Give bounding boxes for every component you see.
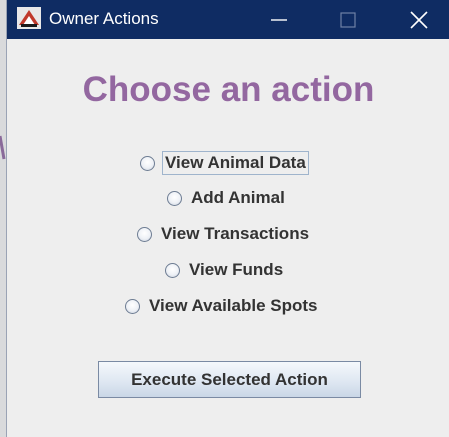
option-label: View Animal Data — [162, 151, 309, 175]
option-view-animal-data[interactable]: View Animal Data — [140, 151, 309, 175]
option-view-available-spots[interactable]: View Available Spots — [125, 296, 318, 316]
radio-button[interactable] — [167, 190, 182, 206]
page-heading: Choose an action — [82, 70, 375, 109]
option-add-animal[interactable]: Add Animal — [167, 188, 285, 208]
owner-actions-window: Owner Actions Choose an action View Anim… — [6, 0, 449, 437]
radio-button[interactable] — [137, 226, 152, 242]
option-label: View Available Spots — [149, 296, 318, 315]
option-label: View Funds — [189, 260, 284, 279]
maximize-icon — [340, 11, 356, 28]
option-label: View Transactions — [161, 224, 310, 243]
execute-selected-action-button[interactable]: Execute Selected Action — [98, 361, 361, 398]
minimize-button[interactable] — [256, 0, 302, 39]
radio-button[interactable] — [165, 262, 180, 278]
window-title: Owner Actions — [49, 9, 159, 28]
app-logo-icon — [17, 7, 41, 29]
close-icon — [410, 10, 428, 29]
option-view-funds[interactable]: View Funds — [165, 260, 283, 280]
close-button[interactable] — [396, 0, 442, 39]
title-bar[interactable]: Owner Actions — [7, 0, 449, 39]
option-view-transactions[interactable]: View Transactions — [137, 224, 309, 244]
option-label: Add Animal — [191, 188, 285, 207]
minimize-icon — [271, 18, 287, 21]
radio-button[interactable] — [140, 155, 155, 171]
maximize-button[interactable] — [325, 0, 371, 39]
radio-button[interactable] — [125, 298, 140, 314]
